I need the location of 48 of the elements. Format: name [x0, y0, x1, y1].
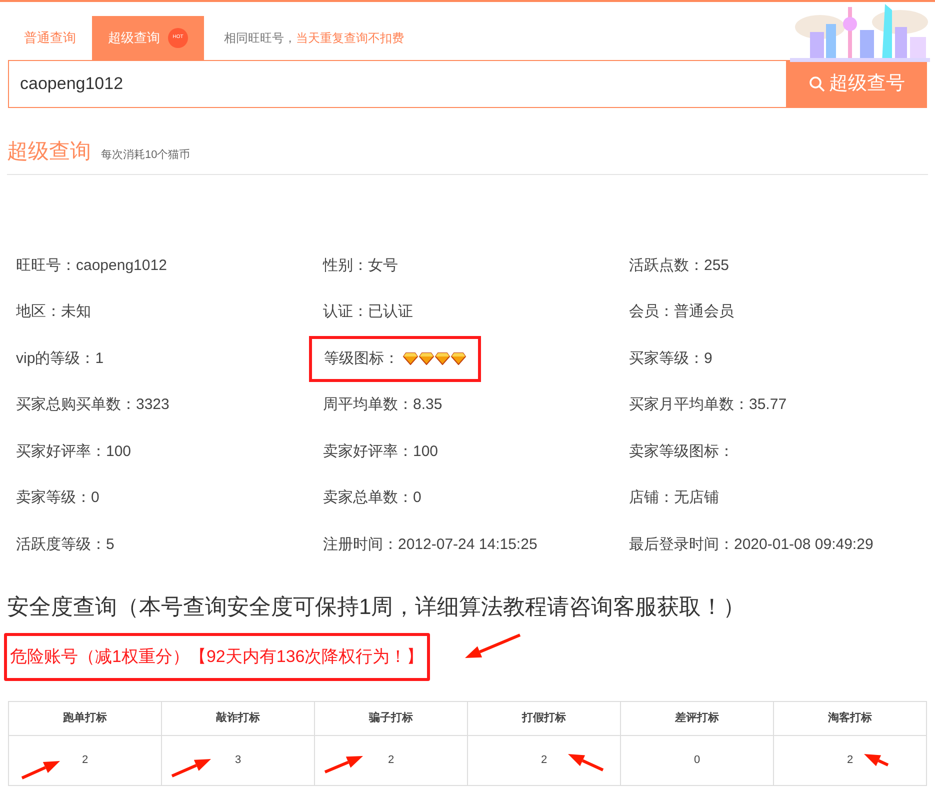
diamond-icon — [435, 352, 450, 366]
safety-title: 安全度查询（本号查询安全度可保持1周，详细算法教程请咨询客服获取！） — [7, 593, 746, 621]
arrow-icon — [568, 754, 604, 772]
info-field: vip的等级：1 — [16, 348, 104, 370]
info-field: 卖家好评率：100 — [323, 440, 438, 463]
search-button[interactable]: 超级查号 — [787, 60, 927, 108]
search-icon — [809, 76, 825, 92]
diamond-icon — [403, 352, 418, 366]
tab[interactable]: 普通查询 — [8, 16, 92, 60]
info-field: 会员：普通会员 — [629, 301, 734, 324]
section-subtitle: 每次消耗10个猫币 — [101, 148, 190, 163]
info-field: 最后登录时间：2020-01-08 09:49:29 — [629, 534, 874, 556]
warning-text: 危险账号（减1权重分）【92天内有136次降权行为！】 — [4, 633, 430, 680]
info-field: 周平均单数：8.35 — [323, 394, 442, 416]
search-field[interactable]: caopeng1012 — [8, 60, 787, 108]
column-header: 打假打标 — [468, 701, 620, 735]
info-field: 卖家等级图标： — [629, 440, 734, 463]
column-header: 淘客打标 — [774, 701, 926, 735]
column-header: 敲诈打标 — [162, 701, 314, 735]
info-field: 卖家总单数：0 — [323, 487, 422, 510]
info-field: 卖家等级：0 — [16, 487, 100, 510]
info-field: 买家等级：9 — [629, 348, 712, 370]
info-field: 活跃点数：255 — [629, 254, 730, 277]
info-field: 活跃度等级：5 — [16, 534, 114, 556]
notice-highlight: 当天重复查询不扣费 — [296, 31, 404, 45]
diamond-icon — [419, 352, 434, 366]
diamond-icon — [451, 352, 466, 366]
arrow-icon — [465, 634, 521, 658]
section-title: 超级查询 — [7, 139, 91, 165]
field-label: 等级图标： — [324, 348, 399, 368]
info-field: 买家月平均单数：35.77 — [629, 394, 787, 416]
info-field: 旺旺号：caopeng1012 — [16, 254, 167, 277]
info-field: 性别：女号 — [323, 254, 398, 277]
arrow-icon — [21, 761, 60, 780]
column-header: 差评打标 — [620, 701, 774, 735]
column-header: 骗子打标 — [314, 701, 468, 735]
info-field: 地区：未知 — [16, 301, 91, 324]
info-field: 注册时间：2012-07-24 14:15:25 — [323, 534, 538, 556]
info-field: 店铺：无店铺 — [629, 487, 719, 510]
arrow-icon — [324, 756, 363, 774]
arrow-icon — [171, 759, 211, 778]
column-header: 跑单打标 — [8, 701, 162, 735]
info-field: 买家总购买单数：3323 — [16, 394, 170, 416]
notice-text: 相同旺旺号， — [224, 31, 296, 45]
info-field: 认证：已认证 — [323, 301, 413, 324]
table-cell: 0 — [620, 735, 774, 785]
info-field: 买家好评率：100 — [16, 440, 132, 463]
arrow-icon — [864, 754, 889, 766]
